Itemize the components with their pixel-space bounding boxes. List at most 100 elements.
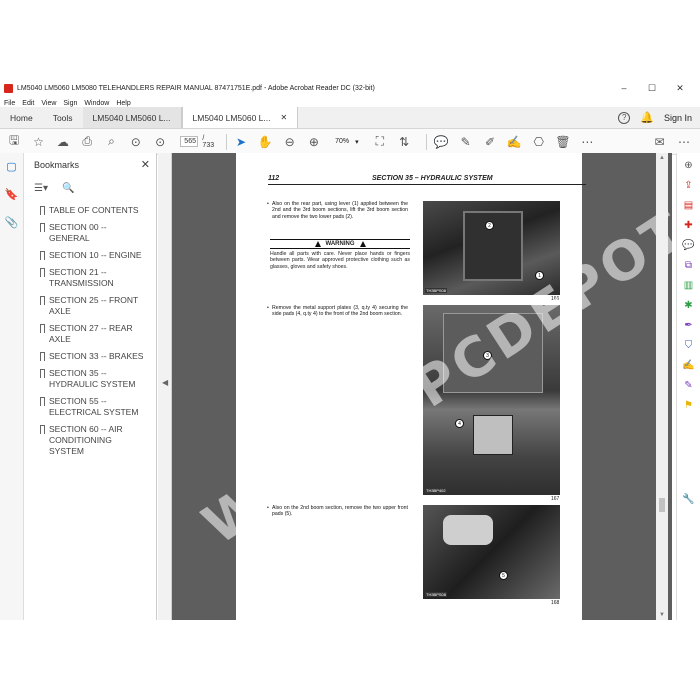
enhance-scans-icon[interactable]: ✱ <box>682 298 696 312</box>
main-toolbar: 🖫 ☆ ☁ ⎙ ⌕ ⊙ ⊙ 565 / 733 ➤ ✋ ⊖ ⊕ 70% ▾ ⛶ … <box>0 129 700 155</box>
bookmark-flag-icon <box>40 268 45 277</box>
previous-page-icon[interactable]: ⊙ <box>128 133 144 151</box>
fill-sign-icon[interactable]: ✍ <box>506 133 522 151</box>
bookmark-flag-icon <box>40 324 45 333</box>
comment-tool-icon[interactable]: 💬 <box>682 238 696 252</box>
attachments-icon[interactable]: 📎 <box>5 215 19 229</box>
zoom-out-icon[interactable]: ⊖ <box>281 133 297 151</box>
page-number: 112 <box>268 175 280 182</box>
ellipsis-icon[interactable]: ⋯ <box>676 133 692 151</box>
bookmark-item[interactable]: SECTION 35 -- HYDRAULIC SYSTEM <box>24 368 156 390</box>
bookmark-item[interactable]: SECTION 33 -- BRAKES <box>24 351 156 362</box>
tab-bar: Home Tools LM5040 LM5060 L... LM5040 LM5… <box>0 107 700 129</box>
wrench-icon[interactable]: 🔧 <box>682 492 696 506</box>
comment-icon[interactable]: 💬 <box>433 133 449 151</box>
notifications-bell-icon[interactable]: 🔔 <box>640 111 654 124</box>
bookmark-item[interactable]: SECTION 21 -- TRANSMISSION <box>24 267 156 289</box>
email-icon[interactable]: ✉ <box>652 133 668 151</box>
select-cursor-icon[interactable]: ➤ <box>233 133 249 151</box>
menu-file[interactable]: File <box>4 100 15 107</box>
tab-document-2[interactable]: LM5040 LM5060 L... ✕ <box>181 107 299 128</box>
figure-number: 167 <box>551 496 560 502</box>
bookmarks-panel: Bookmarks ✕ ☰▾ 🔍 TABLE OF CONTENTS SECTI… <box>24 153 157 620</box>
bookmarks-panel-icon[interactable]: 🔖 <box>5 187 19 201</box>
page-number-input[interactable]: 565 <box>180 136 199 147</box>
scroll-mode-icon[interactable]: ⇅ <box>396 133 412 151</box>
bookmark-flag-icon <box>40 251 45 260</box>
step-text: Also on the 2nd boom section, remove the… <box>272 505 408 518</box>
export-pdf-icon[interactable]: ⇪ <box>682 178 696 192</box>
bookmark-flag-icon <box>40 206 45 215</box>
request-signature-icon[interactable]: ✎ <box>682 378 696 392</box>
combine-files-icon[interactable]: ⧉ <box>682 258 696 272</box>
highlight-pen-icon[interactable]: ✎ <box>458 133 474 151</box>
save-icon[interactable]: 🖫 <box>6 133 22 151</box>
bookmark-search-icon[interactable]: 🔍 <box>62 183 74 194</box>
menu-sign[interactable]: Sign <box>63 100 77 107</box>
figure-code: TH3BPS08 <box>425 288 448 293</box>
close-tab-icon[interactable]: ✕ <box>281 113 288 122</box>
menu-help[interactable]: Help <box>116 100 130 107</box>
close-window-button[interactable]: ✕ <box>666 80 694 96</box>
collapse-arrow-icon[interactable]: ◀ <box>162 378 168 387</box>
instruction-step: • Also on the 2nd boom section, remove t… <box>267 505 408 518</box>
warning-label: WARNING <box>325 241 355 247</box>
bookmark-item[interactable]: SECTION 60 -- AIR CONDITIONING SYSTEM <box>24 424 156 457</box>
menu-window[interactable]: Window <box>84 100 109 107</box>
delete-icon[interactable]: 🗑 <box>555 133 571 151</box>
toolbar-divider <box>225 133 227 150</box>
sign-in-button[interactable]: Sign In <box>664 113 692 123</box>
fill-and-sign-icon[interactable]: ✒ <box>682 318 696 332</box>
maximize-button[interactable]: ☐ <box>638 80 666 96</box>
edit-pdf-icon[interactable]: ✚ <box>682 218 696 232</box>
next-page-icon[interactable]: ⊙ <box>152 133 168 151</box>
close-panel-icon[interactable]: ✕ <box>141 158 150 171</box>
vertical-scrollbar[interactable]: ▲ ▼ <box>656 153 668 620</box>
more-tools-icon[interactable]: ⋯ <box>579 133 595 151</box>
bookmark-item[interactable]: SECTION 27 -- REAR AXLE <box>24 323 156 345</box>
hand-tool-icon[interactable]: ✋ <box>257 133 273 151</box>
figure-code: TH3BP402 <box>425 488 447 493</box>
zoom-in-icon[interactable]: ⊕ <box>306 133 322 151</box>
bookmark-star-icon[interactable]: ☆ <box>30 133 46 151</box>
print-icon[interactable]: ⎙ <box>79 133 95 151</box>
figure-code: TH3BPS08 <box>425 592 448 597</box>
warning-triangle-icon <box>314 241 321 247</box>
page-fit-icon[interactable]: ⛶ <box>372 133 388 151</box>
page-thumbnails-icon[interactable]: ▢ <box>5 159 19 173</box>
zoom-tool-icon[interactable]: ⊕ <box>682 158 696 172</box>
instruction-step: • Also on the rear part, using lever (1)… <box>267 201 408 220</box>
warning-title: WARNING <box>270 239 410 249</box>
panel-collapse-bar[interactable]: ◀ <box>158 153 172 620</box>
create-pdf-icon[interactable]: ▤ <box>682 198 696 212</box>
tab-document-1[interactable]: LM5040 LM5060 L... <box>82 107 182 128</box>
send-for-signature-icon[interactable]: ✍ <box>682 358 696 372</box>
bookmark-item[interactable]: TABLE OF CONTENTS <box>24 205 156 216</box>
menu-edit[interactable]: Edit <box>22 100 34 107</box>
bookmark-item[interactable]: SECTION 55 -- ELECTRICAL SYSTEM <box>24 396 156 418</box>
menu-view[interactable]: View <box>41 100 56 107</box>
bookmark-item[interactable]: SECTION 25 -- FRONT AXLE <box>24 295 156 317</box>
chevron-down-icon: ▾ <box>355 138 359 146</box>
protect-icon[interactable]: ⛉ <box>682 338 696 352</box>
stamp-icon[interactable]: ⎔ <box>531 133 547 151</box>
draw-pen-icon[interactable]: ✐ <box>482 133 498 151</box>
bookmark-item[interactable]: SECTION 00 -- GENERAL <box>24 222 156 244</box>
help-icon[interactable]: ? <box>618 111 631 124</box>
scroll-thumb[interactable] <box>659 498 665 512</box>
scroll-up-icon[interactable]: ▲ <box>659 155 665 161</box>
bookmark-item[interactable]: SECTION 10 -- ENGINE <box>24 250 156 261</box>
organize-pages-icon[interactable]: ▥ <box>682 278 696 292</box>
upload-cloud-icon[interactable]: ☁ <box>55 133 71 151</box>
minimize-button[interactable]: – <box>610 80 638 96</box>
more-tools-rail-icon[interactable]: ⚑ <box>682 398 696 412</box>
search-icon[interactable]: ⌕ <box>103 133 119 151</box>
tab-home[interactable]: Home <box>0 107 43 128</box>
scroll-down-icon[interactable]: ▼ <box>659 612 665 618</box>
bookmark-flag-icon <box>40 352 45 361</box>
zoom-dropdown[interactable]: 70% ▾ <box>330 136 364 148</box>
bookmark-options-icon[interactable]: ☰▾ <box>34 183 48 194</box>
bullet: • <box>267 305 269 311</box>
bookmark-flag-icon <box>40 425 45 434</box>
tab-tools[interactable]: Tools <box>43 107 83 128</box>
